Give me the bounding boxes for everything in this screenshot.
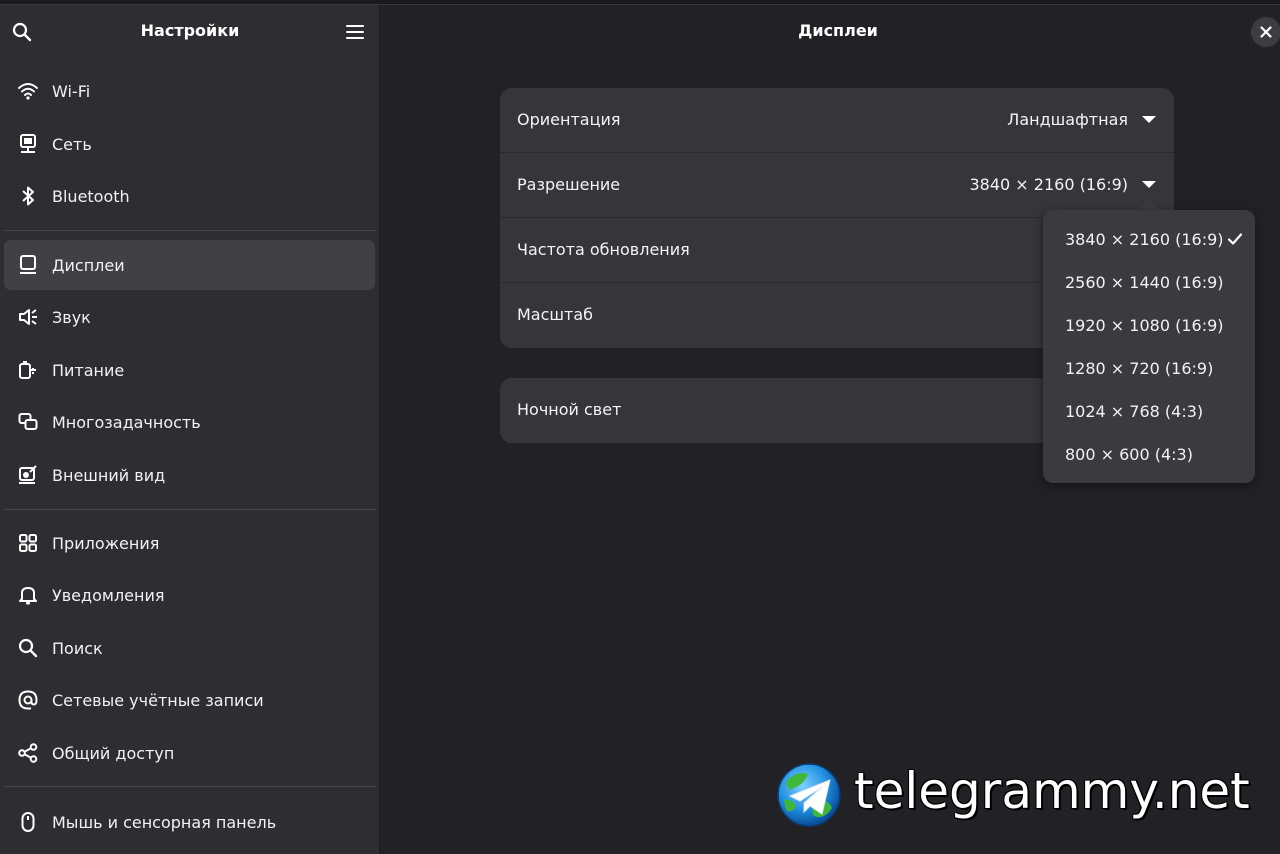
resolution-label: Разрешение	[517, 175, 621, 194]
sidebar-item-notifications[interactable]: Уведомления	[4, 570, 375, 620]
watermark: telegrammy.net	[776, 762, 1266, 828]
sidebar-item-appearance[interactable]: Внешний вид	[4, 450, 375, 500]
dropdown-arrow-icon	[1142, 116, 1156, 123]
display-icon	[18, 255, 38, 275]
at-icon	[18, 690, 38, 710]
telegram-globe-logo	[777, 763, 841, 827]
share-icon	[18, 743, 38, 763]
dropdown-arrow-icon	[1142, 181, 1156, 188]
resolution-option[interactable]: 3840 × 2160 (16:9)	[1051, 220, 1247, 258]
resolution-option[interactable]: 1280 × 720 (16:9)	[1051, 349, 1247, 387]
sidebar: Настройки Wi-Fi Сеть Bluetooth Дисплеи З…	[0, 5, 380, 854]
resolution-option[interactable]: 800 × 600 (4:3)	[1051, 435, 1247, 473]
resolution-option[interactable]: 1024 × 768 (4:3)	[1051, 392, 1247, 430]
sidebar-item-bluetooth[interactable]: Bluetooth	[4, 171, 375, 221]
sidebar-item-label: Поиск	[52, 638, 103, 658]
sidebar-item-sound[interactable]: Звук	[4, 292, 375, 342]
apps-icon	[18, 533, 38, 553]
sidebar-item-label: Уведомления	[52, 585, 165, 605]
sidebar-item-power[interactable]: Питание	[4, 345, 375, 395]
resolution-row[interactable]: Разрешение 3840 × 2160 (16:9)	[500, 153, 1174, 218]
resolution-option-label: 1920 × 1080 (16:9)	[1065, 316, 1224, 335]
orientation-value: Ландшафтная	[1007, 110, 1128, 129]
resolution-option[interactable]: 1920 × 1080 (16:9)	[1051, 306, 1247, 344]
sidebar-item-mouse[interactable]: Мышь и сенсорная панель	[4, 797, 375, 847]
network-icon	[18, 134, 38, 154]
main-menu-button[interactable]	[342, 19, 368, 45]
power-icon	[18, 360, 38, 380]
sidebar-item-network[interactable]: Сеть	[4, 119, 375, 169]
sidebar-item-label: Мышь и сенсорная панель	[52, 812, 277, 832]
scale-label: Масштаб	[517, 305, 594, 324]
wifi-icon	[18, 81, 38, 101]
sidebar-header: Настройки	[0, 5, 380, 59]
sidebar-item-label: Дисплеи	[52, 255, 125, 275]
appearance-icon	[18, 465, 38, 485]
resolution-popover: 3840 × 2160 (16:9) 2560 × 1440 (16:9) 19…	[1043, 210, 1255, 483]
check-icon	[1227, 233, 1243, 245]
sidebar-item-sharing[interactable]: Общий доступ	[4, 728, 375, 778]
sidebar-item-multitasking[interactable]: Многозадачность	[4, 397, 375, 447]
sidebar-item-label: Общий доступ	[52, 743, 175, 763]
popover-arrow	[1138, 199, 1160, 210]
resolution-option-label: 1024 × 768 (4:3)	[1065, 402, 1204, 421]
sidebar-item-label: Приложения	[52, 533, 160, 553]
resolution-option[interactable]: 2560 × 1440 (16:9)	[1051, 263, 1247, 301]
sidebar-item-label: Сетевые учётные записи	[52, 690, 264, 710]
resolution-option-label: 800 × 600 (4:3)	[1065, 445, 1193, 464]
orientation-row[interactable]: Ориентация Ландшафтная	[500, 88, 1174, 153]
resolution-value: 3840 × 2160 (16:9)	[969, 175, 1128, 194]
sidebar-item-label: Внешний вид	[52, 465, 166, 485]
bluetooth-icon	[18, 186, 38, 206]
bell-icon	[18, 585, 38, 605]
hamburger-icon	[346, 25, 364, 39]
sidebar-item-search[interactable]: Поиск	[4, 623, 375, 673]
watermark-text: telegrammy.net	[854, 762, 1250, 820]
orientation-label: Ориентация	[517, 110, 621, 129]
mouse-icon	[18, 812, 38, 832]
sidebar-item-label: Сеть	[52, 134, 92, 154]
sidebar-divider	[4, 230, 376, 231]
sidebar-item-displays[interactable]: Дисплеи	[4, 240, 375, 290]
sidebar-item-label: Питание	[52, 360, 125, 380]
sidebar-item-online-accounts[interactable]: Сетевые учётные записи	[4, 675, 375, 725]
multitasking-icon	[18, 412, 38, 432]
sidebar-divider	[4, 509, 376, 510]
resolution-option-label: 1280 × 720 (16:9)	[1065, 359, 1214, 378]
refresh-rate-label: Частота обновления	[517, 240, 690, 259]
sidebar-divider	[4, 786, 376, 787]
sidebar-item-apps[interactable]: Приложения	[4, 518, 375, 568]
search-icon	[18, 638, 38, 658]
resolution-option-label: 2560 × 1440 (16:9)	[1065, 273, 1224, 292]
close-icon	[1260, 26, 1272, 38]
resolution-option-label: 3840 × 2160 (16:9)	[1065, 230, 1224, 249]
sidebar-item-label: Многозадачность	[52, 412, 201, 432]
close-button[interactable]	[1251, 17, 1280, 47]
sidebar-title: Настройки	[140, 21, 240, 40]
sidebar-item-label: Bluetooth	[52, 186, 130, 206]
page-title: Дисплеи	[798, 21, 878, 40]
night-light-label: Ночной свет	[517, 400, 622, 419]
sidebar-item-label: Wi-Fi	[52, 81, 91, 101]
sidebar-item-label: Звук	[52, 307, 91, 327]
sidebar-item-wifi[interactable]: Wi-Fi	[4, 66, 375, 116]
sound-icon	[18, 307, 38, 327]
